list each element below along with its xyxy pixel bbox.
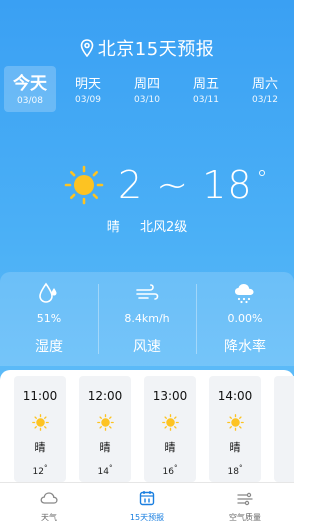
current-condition: 晴 (106, 220, 120, 235)
day-date: 03/10 (134, 95, 160, 105)
sun-icon (227, 414, 244, 431)
weather-app: 北京15天预报 今天 03/08 明天 03/09 周四 03/10 周五 03… (0, 0, 294, 527)
calendar-icon (139, 491, 155, 506)
hour-card: 13:00 晴 16° (144, 376, 196, 482)
tab-tomorrow[interactable]: 明天 03/09 (62, 66, 114, 112)
hour-card: 12:00 晴 14° (79, 376, 131, 482)
current-description: 晴 北风2级 (0, 216, 294, 235)
day-date: 03/08 (17, 96, 43, 106)
location-pin-icon (80, 39, 94, 57)
sun-icon (97, 414, 114, 431)
metric-humidity: 51% 湿度 (0, 272, 98, 366)
sun-icon (32, 414, 49, 431)
day-name: 今天 (13, 74, 47, 94)
cloud-icon (40, 492, 58, 504)
header: 北京15天预报 (0, 35, 294, 61)
hourly-forecast: 11:00 晴 12° 12:00 晴 14° 13:00 晴 16° 14:0… (0, 370, 294, 482)
hour-temp-value: 16 (162, 467, 174, 477)
hour-time: 13:00 (152, 389, 188, 403)
day-tabs: 今天 03/08 明天 03/09 周四 03/10 周五 03/11 周六 0… (0, 66, 294, 112)
current-weather: 2 ~ 18 ° (0, 163, 294, 210)
hour-condition: 晴 (34, 441, 46, 454)
bottom-tab-bar: 天气 15天预报 空气质量 (0, 482, 294, 527)
temp-range-value: 2 ~ 18 (118, 163, 253, 207)
day-name: 周五 (192, 77, 219, 92)
hour-temp-value: 14 (97, 467, 109, 477)
day-date: 03/09 (75, 95, 101, 105)
day-name: 周四 (133, 77, 160, 92)
day-name: 周六 (251, 77, 278, 92)
hour-time: 12:00 (87, 389, 123, 403)
precipitation-value: 0.00% (227, 312, 263, 325)
day-date: 03/11 (193, 95, 219, 105)
tab-saturday[interactable]: 周六 03/12 (239, 66, 291, 112)
hour-temp: 14° (79, 464, 131, 477)
hour-condition: 晴 (99, 441, 111, 454)
tab-friday[interactable]: 周五 03/11 (180, 66, 232, 112)
air-quality-icon (237, 492, 253, 506)
hour-card (274, 376, 294, 482)
wind-speed-value: 8.4km/h (124, 312, 170, 325)
tab-15-day-forecast[interactable]: 15天预报 (98, 483, 196, 527)
hour-temp-value: 18 (227, 467, 239, 477)
temperature-range: 2 ~ 18 ° (118, 163, 269, 207)
humidity-label: 湿度 (35, 339, 63, 355)
tab-label: 空气质量 (229, 513, 261, 522)
day-name: 明天 (74, 77, 101, 92)
metric-wind-speed: 8.4km/h 风速 (98, 272, 196, 366)
hour-temp: 16° (144, 464, 196, 477)
hour-card: 11:00 晴 12° (14, 376, 66, 482)
metric-precipitation: 0.00% 降水率 (196, 272, 294, 366)
current-wind: 北风2级 (139, 220, 188, 235)
metrics-panel: 51% 湿度 8.4km/h 风速 0.00% 降水率 (0, 272, 294, 366)
hour-time: 11:00 (22, 389, 58, 403)
hour-temp: 12° (14, 464, 66, 477)
sun-icon (64, 165, 104, 205)
tab-weather[interactable]: 天气 (0, 483, 98, 527)
humidity-drop-icon (39, 282, 57, 303)
tab-today[interactable]: 今天 03/08 (4, 66, 56, 112)
hour-temp: 18° (209, 464, 261, 477)
precipitation-label: 降水率 (224, 339, 266, 355)
tab-label: 天气 (41, 513, 57, 522)
humidity-value: 51% (36, 312, 62, 325)
sun-icon (162, 414, 179, 431)
wind-icon (136, 284, 159, 300)
day-date: 03/12 (252, 95, 278, 105)
degree-symbol: ° (238, 464, 243, 472)
hour-condition: 晴 (164, 441, 176, 454)
degree-symbol: ° (108, 464, 113, 472)
hour-time: 14:00 (217, 389, 253, 403)
degree-symbol: ° (256, 167, 269, 192)
degree-symbol: ° (43, 464, 48, 472)
rain-cloud-icon (235, 284, 254, 304)
degree-symbol: ° (173, 464, 178, 472)
page-title: 北京15天预报 (97, 39, 215, 60)
tab-thursday[interactable]: 周四 03/10 (121, 66, 173, 112)
wind-speed-label: 风速 (133, 339, 161, 355)
hour-card: 14:00 晴 18° (209, 376, 261, 482)
hour-condition: 晴 (229, 441, 241, 454)
tab-label: 15天预报 (129, 513, 165, 522)
tab-air-quality[interactable]: 空气质量 (196, 483, 294, 527)
hour-temp-value: 12 (32, 467, 44, 477)
